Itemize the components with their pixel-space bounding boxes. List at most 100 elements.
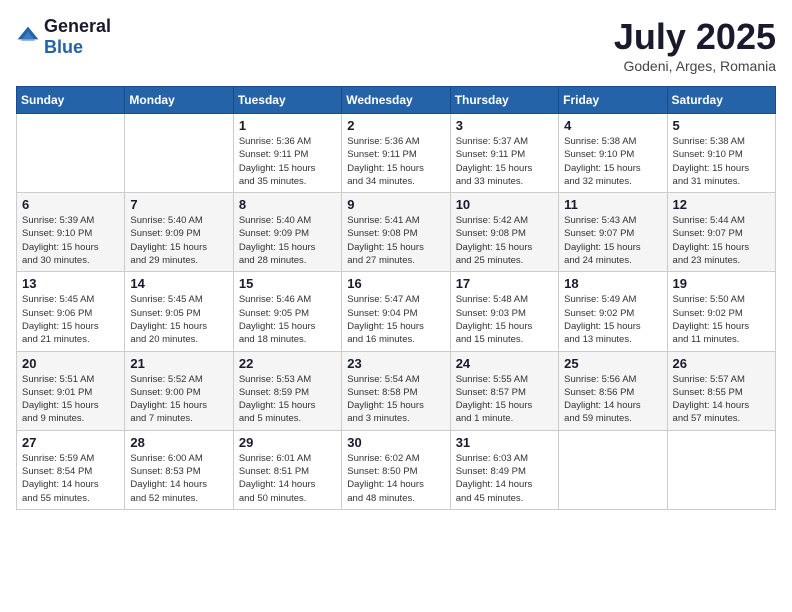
day-number: 19 [673, 276, 770, 291]
day-number: 11 [564, 197, 661, 212]
weekday-header-wednesday: Wednesday [342, 87, 450, 114]
day-info: Sunrise: 5:50 AM Sunset: 9:02 PM Dayligh… [673, 293, 770, 346]
day-cell: 20Sunrise: 5:51 AM Sunset: 9:01 PM Dayli… [17, 351, 125, 430]
day-cell: 4Sunrise: 5:38 AM Sunset: 9:10 PM Daylig… [559, 114, 667, 193]
day-number: 8 [239, 197, 336, 212]
week-row-1: 1 Sunrise: 5:36 AM Sunset: 9:11 PM Daylig… [17, 114, 776, 193]
day-cell: 24Sunrise: 5:55 AM Sunset: 8:57 PM Dayli… [450, 351, 558, 430]
logo-text: General Blue [44, 16, 111, 58]
day-info: Sunrise: 5:53 AM Sunset: 8:59 PM Dayligh… [239, 373, 336, 426]
day-info: Sunrise: 5:59 AM Sunset: 8:54 PM Dayligh… [22, 452, 119, 505]
day-number: 31 [456, 435, 553, 450]
day-cell: 9 Sunrise: 5:41 AM Sunset: 9:08 PM Daylig… [342, 193, 450, 272]
day-number: 15 [239, 276, 336, 291]
day-number: 10 [456, 197, 553, 212]
calendar-header: SundayMondayTuesdayWednesdayThursdayFrid… [17, 87, 776, 114]
day-info: Sunrise: 5:39 AM Sunset: 9:10 PM Dayligh… [22, 214, 119, 267]
day-info: Sunrise: 5:36 AM Sunset: 9:11 PM Dayligh… [347, 135, 444, 188]
day-cell: 18 Sunrise: 5:49 AM Sunset: 9:02 PM Dayli… [559, 272, 667, 351]
day-cell [125, 114, 233, 193]
day-info: Sunrise: 6:01 AM Sunset: 8:51 PM Dayligh… [239, 452, 336, 505]
weekday-header-tuesday: Tuesday [233, 87, 341, 114]
day-cell: 16 Sunrise: 5:47 AM Sunset: 9:04 PM Dayli… [342, 272, 450, 351]
day-info: Sunrise: 5:56 AM Sunset: 8:56 PM Dayligh… [564, 373, 661, 426]
day-info: Sunrise: 5:42 AM Sunset: 9:08 PM Dayligh… [456, 214, 553, 267]
day-number: 17 [456, 276, 553, 291]
week-row-4: 20Sunrise: 5:51 AM Sunset: 9:01 PM Dayli… [17, 351, 776, 430]
day-cell [667, 430, 775, 509]
day-cell: 5Sunrise: 5:38 AM Sunset: 9:10 PM Daylig… [667, 114, 775, 193]
day-info: Sunrise: 5:45 AM Sunset: 9:05 PM Dayligh… [130, 293, 227, 346]
month-year: July 2025 [614, 16, 776, 58]
day-number: 7 [130, 197, 227, 212]
day-cell: 11 Sunrise: 5:43 AM Sunset: 9:07 PM Dayli… [559, 193, 667, 272]
day-number: 1 [239, 118, 336, 133]
day-number: 22 [239, 356, 336, 371]
day-number: 27 [22, 435, 119, 450]
day-info: Sunrise: 6:02 AM Sunset: 8:50 PM Dayligh… [347, 452, 444, 505]
day-cell [559, 430, 667, 509]
day-number: 26 [673, 356, 770, 371]
weekday-header-row: SundayMondayTuesdayWednesdayThursdayFrid… [17, 87, 776, 114]
day-info: Sunrise: 5:41 AM Sunset: 9:08 PM Dayligh… [347, 214, 444, 267]
weekday-header-friday: Friday [559, 87, 667, 114]
day-cell: 28Sunrise: 6:00 AM Sunset: 8:53 PM Dayli… [125, 430, 233, 509]
day-cell: 17 Sunrise: 5:48 AM Sunset: 9:03 PM Dayli… [450, 272, 558, 351]
week-row-5: 27 Sunrise: 5:59 AM Sunset: 8:54 PM Dayli… [17, 430, 776, 509]
day-number: 3 [456, 118, 553, 133]
day-number: 30 [347, 435, 444, 450]
day-info: Sunrise: 5:40 AM Sunset: 9:09 PM Dayligh… [239, 214, 336, 267]
day-info: Sunrise: 5:36 AM Sunset: 9:11 PM Dayligh… [239, 135, 336, 188]
day-cell: 7Sunrise: 5:40 AM Sunset: 9:09 PM Daylig… [125, 193, 233, 272]
week-row-2: 6 Sunrise: 5:39 AM Sunset: 9:10 PM Daylig… [17, 193, 776, 272]
day-number: 20 [22, 356, 119, 371]
day-cell: 3 Sunrise: 5:37 AM Sunset: 9:11 PM Daylig… [450, 114, 558, 193]
day-number: 18 [564, 276, 661, 291]
day-number: 13 [22, 276, 119, 291]
day-cell [17, 114, 125, 193]
day-info: Sunrise: 5:47 AM Sunset: 9:04 PM Dayligh… [347, 293, 444, 346]
day-cell: 13 Sunrise: 5:45 AM Sunset: 9:06 PM Dayli… [17, 272, 125, 351]
day-cell: 26 Sunrise: 5:57 AM Sunset: 8:55 PM Dayli… [667, 351, 775, 430]
day-number: 25 [564, 356, 661, 371]
day-number: 23 [347, 356, 444, 371]
title-section: July 2025 Godeni, Arges, Romania [614, 16, 776, 74]
day-cell: 2Sunrise: 5:36 AM Sunset: 9:11 PM Daylig… [342, 114, 450, 193]
day-info: Sunrise: 5:43 AM Sunset: 9:07 PM Dayligh… [564, 214, 661, 267]
weekday-header-thursday: Thursday [450, 87, 558, 114]
logo: General Blue [16, 16, 111, 58]
day-number: 29 [239, 435, 336, 450]
day-number: 28 [130, 435, 227, 450]
day-cell: 21 Sunrise: 5:52 AM Sunset: 9:00 PM Dayli… [125, 351, 233, 430]
day-cell: 1 Sunrise: 5:36 AM Sunset: 9:11 PM Daylig… [233, 114, 341, 193]
weekday-header-monday: Monday [125, 87, 233, 114]
day-cell: 10 Sunrise: 5:42 AM Sunset: 9:08 PM Dayli… [450, 193, 558, 272]
day-info: Sunrise: 5:46 AM Sunset: 9:05 PM Dayligh… [239, 293, 336, 346]
page-header: General Blue July 2025 Godeni, Arges, Ro… [16, 16, 776, 74]
day-cell: 23 Sunrise: 5:54 AM Sunset: 8:58 PM Dayli… [342, 351, 450, 430]
day-info: Sunrise: 5:55 AM Sunset: 8:57 PM Dayligh… [456, 373, 553, 426]
day-number: 6 [22, 197, 119, 212]
day-cell: 15 Sunrise: 5:46 AM Sunset: 9:05 PM Dayli… [233, 272, 341, 351]
day-info: Sunrise: 5:45 AM Sunset: 9:06 PM Dayligh… [22, 293, 119, 346]
week-row-3: 13 Sunrise: 5:45 AM Sunset: 9:06 PM Dayli… [17, 272, 776, 351]
day-info: Sunrise: 5:49 AM Sunset: 9:02 PM Dayligh… [564, 293, 661, 346]
weekday-header-sunday: Sunday [17, 87, 125, 114]
day-info: Sunrise: 5:57 AM Sunset: 8:55 PM Dayligh… [673, 373, 770, 426]
day-cell: 29 Sunrise: 6:01 AM Sunset: 8:51 PM Dayli… [233, 430, 341, 509]
day-number: 9 [347, 197, 444, 212]
day-info: Sunrise: 5:37 AM Sunset: 9:11 PM Dayligh… [456, 135, 553, 188]
day-number: 16 [347, 276, 444, 291]
day-cell: 25 Sunrise: 5:56 AM Sunset: 8:56 PM Dayli… [559, 351, 667, 430]
day-cell: 8 Sunrise: 5:40 AM Sunset: 9:09 PM Daylig… [233, 193, 341, 272]
day-cell: 22 Sunrise: 5:53 AM Sunset: 8:59 PM Dayli… [233, 351, 341, 430]
day-cell: 14Sunrise: 5:45 AM Sunset: 9:05 PM Dayli… [125, 272, 233, 351]
day-number: 21 [130, 356, 227, 371]
day-cell: 27 Sunrise: 5:59 AM Sunset: 8:54 PM Dayli… [17, 430, 125, 509]
day-cell: 31Sunrise: 6:03 AM Sunset: 8:49 PM Dayli… [450, 430, 558, 509]
day-info: Sunrise: 5:52 AM Sunset: 9:00 PM Dayligh… [130, 373, 227, 426]
day-info: Sunrise: 5:48 AM Sunset: 9:03 PM Dayligh… [456, 293, 553, 346]
day-info: Sunrise: 5:54 AM Sunset: 8:58 PM Dayligh… [347, 373, 444, 426]
day-number: 12 [673, 197, 770, 212]
weekday-header-saturday: Saturday [667, 87, 775, 114]
